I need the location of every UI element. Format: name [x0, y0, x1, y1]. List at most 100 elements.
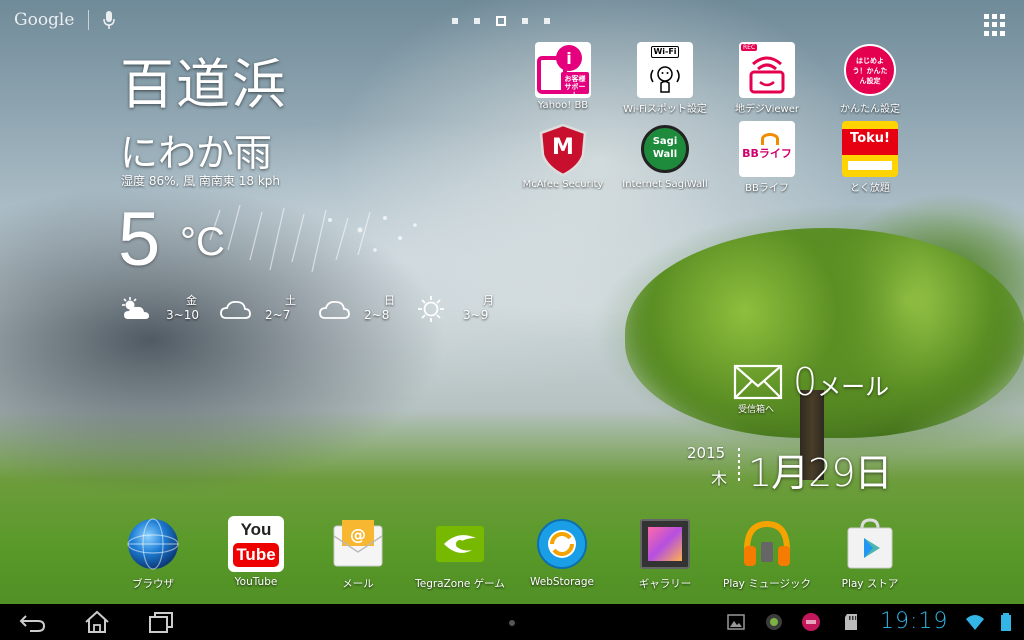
- page-dot-active: [496, 16, 506, 26]
- mail-count-unit: メール: [817, 373, 890, 401]
- sagiwall-icon: Sagi Wall: [637, 121, 693, 177]
- inbox-link[interactable]: 受信箱へ: [738, 402, 774, 415]
- app-yahoo-bb[interactable]: i お客様サポート Yahoo! BB: [513, 42, 613, 111]
- app-label: ブラウザ: [132, 578, 174, 590]
- dock-app-tegrazone[interactable]: TegraZone ゲーム: [410, 516, 510, 591]
- app-label: とく放題: [850, 183, 890, 194]
- app-label: Yahoo! BB: [537, 100, 589, 111]
- weather-temperature: 5: [118, 197, 161, 282]
- toku-tile-text: Toku!: [850, 131, 890, 146]
- cloudy-icon: [319, 300, 350, 319]
- app-label: YouTube: [234, 576, 278, 588]
- app-label: Play ミュージック: [722, 578, 812, 590]
- youtube-icon: You Tube: [228, 516, 284, 572]
- back-icon[interactable]: [18, 610, 48, 634]
- page-dot: [452, 18, 458, 24]
- home-icon[interactable]: [82, 610, 112, 634]
- weather-unit: °C: [180, 220, 225, 264]
- wifi-signal-icon[interactable]: [965, 612, 985, 632]
- easy-setup-icon: はじめよう！かんたん設定: [842, 42, 898, 98]
- weather-forecast: 金 3~10 土 2~7 日 2~8 月 3~9: [120, 292, 516, 328]
- app-label: Wi-Fiスポット設定: [623, 104, 707, 115]
- forecast-day-name: 月: [483, 294, 494, 307]
- mail-count: 0メール: [793, 360, 889, 404]
- date-separator: [738, 448, 740, 484]
- svg-text:i: i: [566, 49, 571, 68]
- app-internet-sagiwall[interactable]: Sagi Wall Internet SagiWall: [615, 121, 715, 190]
- page-indicator: [452, 16, 550, 26]
- dock-app-browser[interactable]: ブラウザ: [103, 516, 203, 591]
- bb-life-icon: BBライフ: [739, 121, 795, 177]
- dock-app-youtube[interactable]: You Tube YouTube: [206, 516, 306, 588]
- forecast-day: 月 3~9: [417, 292, 516, 328]
- app-toku-houdai[interactable]: Toku! とく放題: [820, 121, 920, 194]
- nav-center-indicator: [509, 620, 515, 626]
- youtube-tile-bottom: Tube: [233, 543, 279, 567]
- forecast-day-range: 2~8: [364, 308, 390, 322]
- forecast-day-range: 2~7: [265, 308, 291, 322]
- app-wifi-spot[interactable]: Wi-Fi Wi-Fiスポット設定: [615, 42, 715, 115]
- browser-globe-icon: [125, 516, 181, 572]
- forecast-day: 金 3~10: [120, 292, 219, 328]
- google-search-bar[interactable]: Google: [14, 10, 116, 30]
- sagiwall-tile-text: Sagi Wall: [652, 136, 678, 160]
- all-apps-icon[interactable]: [984, 14, 1006, 36]
- battery-icon[interactable]: [996, 612, 1016, 632]
- forecast-day: 日 2~8: [318, 292, 417, 328]
- app-label: メール: [342, 578, 374, 590]
- date-weekday: 木: [711, 469, 728, 488]
- microphone-icon[interactable]: [103, 11, 116, 29]
- dock-app-gallery[interactable]: ギャラリー: [615, 516, 715, 591]
- app-label: TegraZone ゲーム: [415, 578, 505, 590]
- status-clock[interactable]: 19:19: [880, 609, 948, 634]
- recent-apps-icon[interactable]: [146, 610, 176, 634]
- wallpaper-tree: [625, 228, 1024, 438]
- app-mcafee[interactable]: M McAfee Security: [513, 121, 613, 190]
- date-day: 1月29日: [748, 451, 893, 495]
- webstorage-sync-icon: [534, 516, 590, 572]
- sunny-icon: [418, 296, 444, 322]
- app-kantan-settei[interactable]: はじめよう！かんたん設定 かんたん設定: [820, 42, 920, 115]
- sd-card-icon[interactable]: [842, 612, 862, 632]
- page-dot: [474, 18, 480, 24]
- youtube-tile-top: You: [240, 520, 272, 539]
- partly-sunny-icon: [122, 297, 149, 319]
- forecast-day-name: 日: [384, 294, 395, 307]
- date-year: 2015: [687, 444, 726, 462]
- easy-setup-notification-icon[interactable]: [801, 612, 821, 632]
- cloudy-icon: [220, 300, 251, 319]
- dock-app-play-music[interactable]: Play ミュージック: [717, 516, 817, 591]
- forecast-day-name: 土: [285, 294, 296, 307]
- easy-setup-tile-text: はじめよう！かんたん設定: [852, 57, 888, 85]
- google-logo: Google: [14, 10, 75, 30]
- play-store-bag-icon: [842, 516, 898, 572]
- app-label: ギャラリー: [638, 578, 692, 590]
- gallery-icon: [637, 516, 693, 572]
- forecast-day-range: 3~9: [463, 308, 489, 322]
- android-notification-icon[interactable]: [764, 612, 784, 632]
- weather-condition: にわか雨: [120, 131, 273, 175]
- screenshot-notification-icon[interactable]: [726, 612, 746, 632]
- app-chideji-viewer[interactable]: REC 地デジViewer: [717, 42, 817, 115]
- tv-viewer-icon: REC: [739, 42, 795, 98]
- svg-text:@: @: [350, 525, 366, 544]
- mcafee-tile-text: M: [552, 135, 574, 160]
- app-label: Internet SagiWall: [622, 179, 708, 190]
- search-divider: [88, 10, 90, 30]
- weather-city: 百道浜: [120, 53, 288, 116]
- forecast-day: 土 2~7: [219, 292, 318, 328]
- bb-life-tile-text: BBライフ: [742, 147, 792, 160]
- app-label: かんたん設定: [840, 104, 900, 115]
- dock-app-webstorage[interactable]: WebStorage: [512, 516, 612, 588]
- forecast-day-range: 3~10: [166, 308, 199, 322]
- app-bb-life[interactable]: BBライフ BBライフ: [717, 121, 817, 194]
- mail-count-number: 0: [793, 360, 818, 404]
- mcafee-shield-icon: M: [535, 121, 591, 177]
- weather-detail: 湿度 86%, 風 南南東 18 kph: [121, 174, 281, 188]
- app-label: WebStorage: [530, 576, 594, 588]
- headphones-icon: [739, 516, 795, 572]
- mail-app-icon: @: [330, 516, 386, 572]
- app-label: McAfee Security: [522, 179, 604, 190]
- dock-app-play-store[interactable]: Play ストア: [820, 516, 920, 591]
- dock-app-mail[interactable]: @ メール: [308, 516, 408, 591]
